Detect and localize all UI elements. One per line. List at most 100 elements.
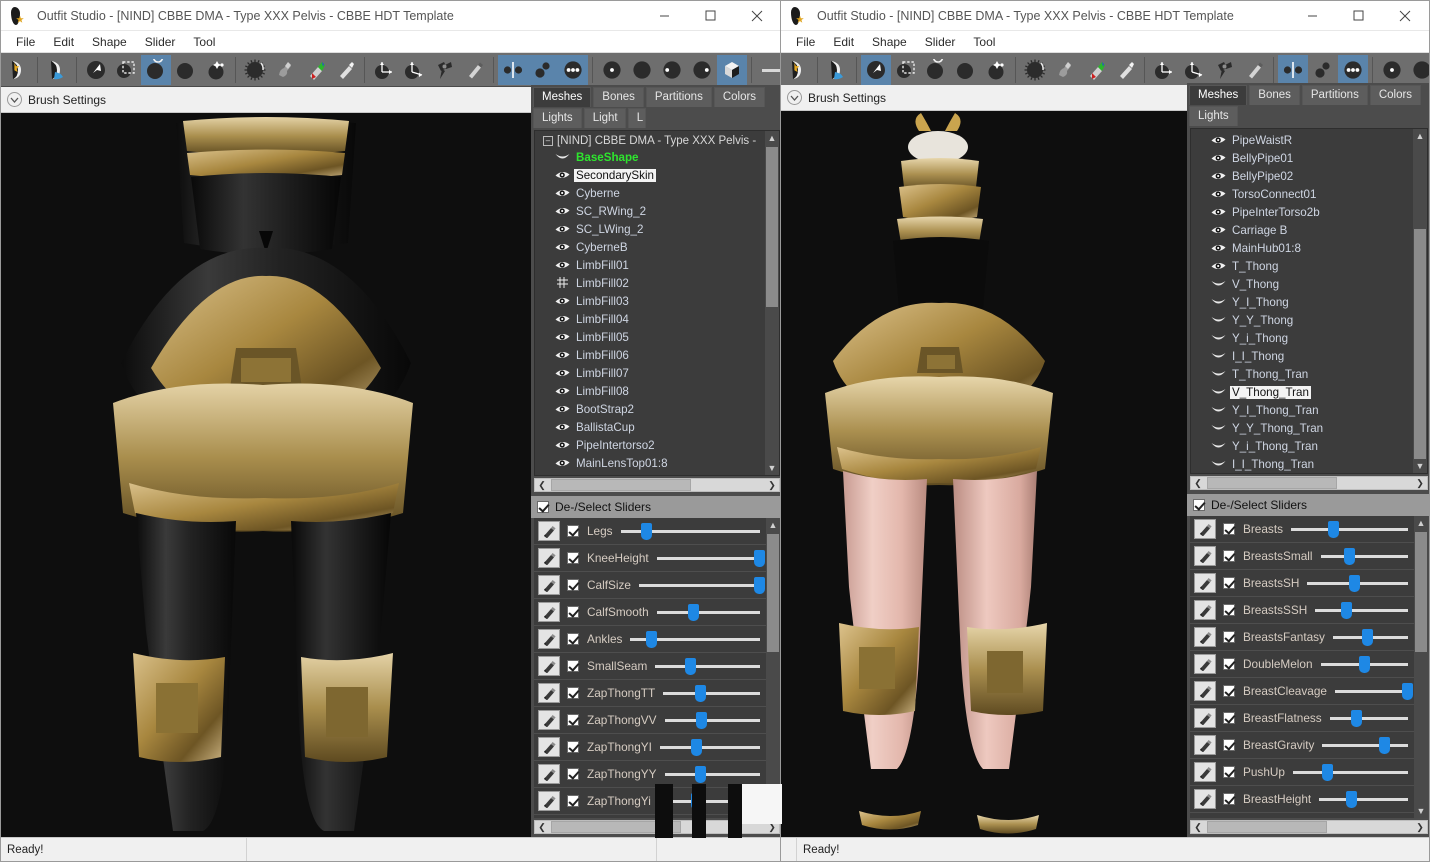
- slider-track[interactable]: [1332, 627, 1408, 647]
- move-brush-tool[interactable]: [201, 55, 231, 85]
- maximize-button-right[interactable]: [1335, 1, 1381, 31]
- tab-lights-0-left[interactable]: Lights: [533, 108, 582, 128]
- mesh-item[interactable]: LimbFill08: [535, 382, 779, 400]
- scroll-down-icon[interactable]: ▼: [765, 461, 779, 475]
- eye-icon[interactable]: [555, 258, 571, 272]
- slider-checkbox[interactable]: [567, 660, 579, 672]
- mesh-item[interactable]: PipeWaistR: [1191, 131, 1427, 149]
- minimize-button-right[interactable]: [1289, 1, 1335, 31]
- inflate-brush-tool[interactable]: [921, 55, 951, 85]
- scroll-thumb[interactable]: [1415, 532, 1427, 652]
- eye-closed-icon[interactable]: [1211, 439, 1227, 453]
- deselect-sliders-checkbox-right[interactable]: [1193, 499, 1205, 511]
- pivot-pin-tool[interactable]: [1209, 55, 1239, 85]
- mesh-item[interactable]: LimbFill03: [535, 292, 779, 310]
- mesh-item[interactable]: Cyberne: [535, 184, 779, 202]
- marquee-select-tool[interactable]: [891, 55, 921, 85]
- texture-view-tool[interactable]: [687, 55, 717, 85]
- transform-tool[interactable]: [369, 55, 399, 85]
- slider-track[interactable]: [1315, 600, 1408, 620]
- mesh-item[interactable]: Y_i_Thong_Tran: [1191, 437, 1427, 455]
- mesh-item[interactable]: Y_Y_Thong_Tran: [1191, 419, 1427, 437]
- slider-row[interactable]: Legs: [534, 518, 766, 545]
- mesh-item[interactable]: Y_i_Thong: [1191, 329, 1427, 347]
- mesh-item[interactable]: SC_RWing_2: [535, 202, 779, 220]
- scroll-up-icon[interactable]: ▲: [765, 131, 779, 145]
- smooth-brush-tool[interactable]: [1020, 55, 1050, 85]
- slider-track[interactable]: [655, 656, 760, 676]
- slider-edit-pencil-icon[interactable]: [1194, 654, 1216, 674]
- eye-closed-icon[interactable]: [1211, 457, 1227, 471]
- mesh-item[interactable]: PipeInterTorso2b: [1191, 203, 1427, 221]
- slider-handle[interactable]: [690, 739, 702, 756]
- mesh-item[interactable]: LimbFill05: [535, 328, 779, 346]
- shape-mask-tool[interactable]: [822, 55, 852, 85]
- slider-row[interactable]: BreastGravity: [1190, 732, 1414, 759]
- slider-edit-pencil-icon[interactable]: [1194, 681, 1216, 701]
- slider-checkbox[interactable]: [1223, 658, 1235, 670]
- slider-row[interactable]: KneeHeight: [534, 545, 766, 572]
- eye-closed-icon[interactable]: [1211, 349, 1227, 363]
- scroll-thumb[interactable]: [766, 147, 778, 307]
- color-paint-tool[interactable]: [1080, 55, 1110, 85]
- slider-checkbox[interactable]: [1223, 739, 1235, 751]
- slider-row[interactable]: BreastCleavage: [1190, 678, 1414, 705]
- inflate-brush-tool[interactable]: [141, 54, 171, 85]
- slider-row[interactable]: CalfSize: [534, 572, 766, 599]
- mesh-item[interactable]: Carriage B: [1191, 221, 1427, 239]
- mesh-item[interactable]: V_Thong_Tran: [1191, 383, 1427, 401]
- eye-closed-icon[interactable]: [1211, 385, 1227, 399]
- eye-closed-icon[interactable]: [1211, 331, 1227, 345]
- scroll-down-icon[interactable]: ▼: [1413, 459, 1427, 473]
- eye-icon[interactable]: [555, 168, 571, 182]
- slider-edit-pencil-icon[interactable]: [538, 764, 560, 784]
- slider-track[interactable]: [1320, 546, 1408, 566]
- slider-track[interactable]: [659, 737, 760, 757]
- slider-edit-pencil-icon[interactable]: [1194, 546, 1216, 566]
- eye-icon[interactable]: [555, 366, 571, 380]
- slider-handle[interactable]: [694, 766, 706, 783]
- slider-edit-pencil-icon[interactable]: [1194, 519, 1216, 539]
- slider-track[interactable]: [1307, 573, 1408, 593]
- mesh-item[interactable]: PipeIntertorso2: [535, 436, 779, 454]
- menu-shape-right[interactable]: Shape: [863, 33, 916, 51]
- slider-track[interactable]: [664, 764, 760, 784]
- slider-row[interactable]: Breasts: [1190, 516, 1414, 543]
- deselect-sliders-bar-right[interactable]: De-/Select Sliders: [1187, 494, 1429, 516]
- mesh-item[interactable]: SC_LWing_2: [535, 220, 779, 238]
- eye-icon[interactable]: [555, 384, 571, 398]
- mesh-item[interactable]: MainHub01:8: [1191, 239, 1427, 257]
- normals-view-tool[interactable]: [1407, 55, 1429, 85]
- shape-star-tool[interactable]: [3, 55, 33, 85]
- seam-view-tool[interactable]: [597, 55, 627, 85]
- slider-edit-pencil-icon[interactable]: [1194, 735, 1216, 755]
- tab-partitions-left[interactable]: Partitions: [645, 87, 712, 107]
- scroll-up-icon[interactable]: ▲: [766, 518, 780, 532]
- grid-icon[interactable]: [555, 276, 571, 290]
- mesh-item[interactable]: TorsoConnect01: [1191, 185, 1427, 203]
- slider-row[interactable]: BreastsFantasy: [1190, 624, 1414, 651]
- eye-icon[interactable]: [555, 186, 571, 200]
- hscroll-right-icon[interactable]: ❯: [765, 479, 779, 491]
- mesh-item[interactable]: BellyPipe02: [1191, 167, 1427, 185]
- eye-icon[interactable]: [555, 438, 571, 452]
- slider-handle[interactable]: [1322, 764, 1334, 781]
- pivot-pin-tool[interactable]: [429, 55, 459, 85]
- slider-track[interactable]: [656, 602, 760, 622]
- slider-track[interactable]: [620, 521, 760, 541]
- menu-tool-right[interactable]: Tool: [964, 33, 1004, 51]
- smooth-brush-tool[interactable]: [240, 55, 270, 85]
- slider-handle[interactable]: [753, 577, 765, 594]
- eye-closed-icon[interactable]: [1211, 277, 1227, 291]
- slider-handle[interactable]: [1379, 737, 1391, 754]
- eye-icon[interactable]: [1211, 259, 1227, 273]
- slider-checkbox[interactable]: [1223, 793, 1235, 805]
- tab-lights-0-right[interactable]: Lights: [1189, 106, 1238, 126]
- brush-settings-bar-right[interactable]: Brush Settings: [781, 85, 1187, 111]
- slider-edit-pencil-icon[interactable]: [538, 548, 560, 568]
- slider-edit-pencil-icon[interactable]: [538, 710, 560, 730]
- eye-closed-icon[interactable]: [1211, 403, 1227, 417]
- slider-checkbox[interactable]: [1223, 604, 1235, 616]
- slider-checkbox[interactable]: [1223, 577, 1235, 589]
- hscroll-thumb[interactable]: [1207, 477, 1337, 489]
